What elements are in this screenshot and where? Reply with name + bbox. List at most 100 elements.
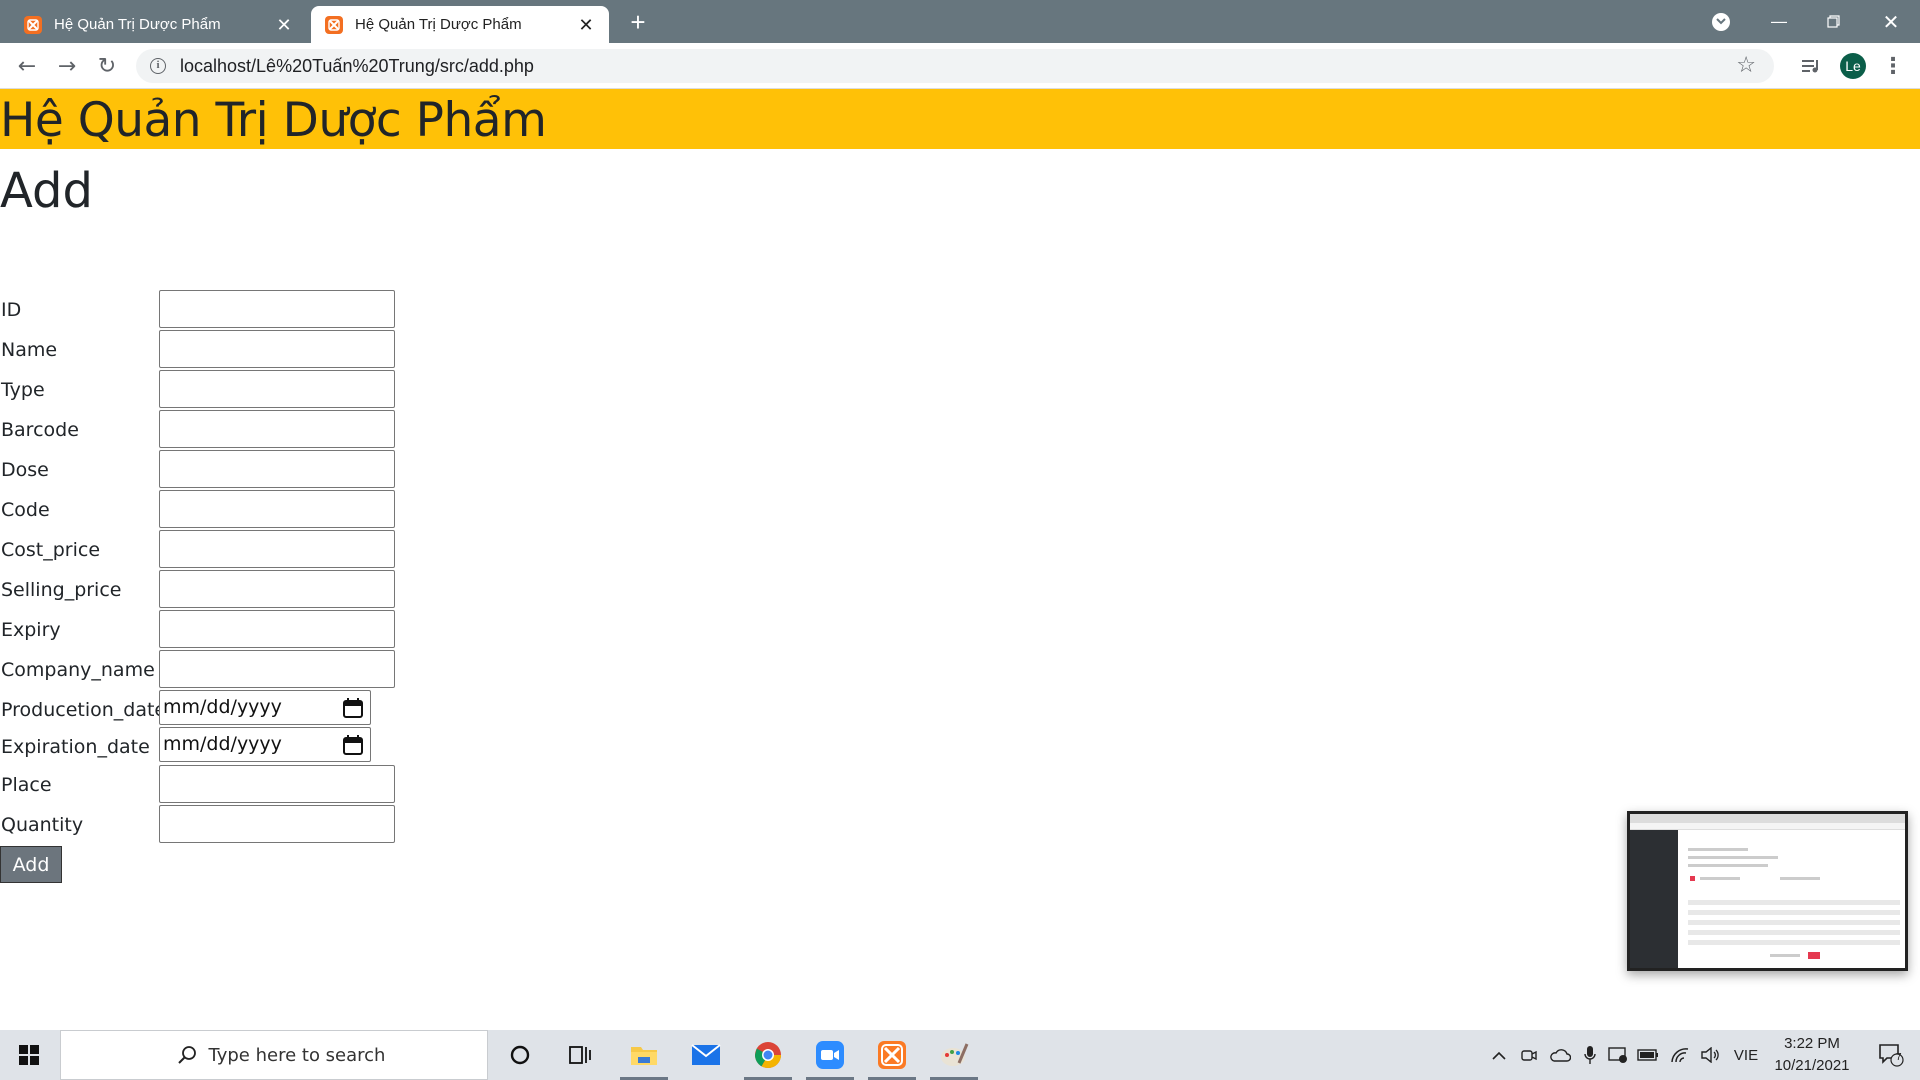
reading-list-icon[interactable] xyxy=(1796,51,1826,81)
volume-icon[interactable] xyxy=(1696,1030,1724,1080)
company-name-field[interactable] xyxy=(159,650,395,688)
id-field[interactable] xyxy=(159,290,395,328)
calendar-icon[interactable] xyxy=(342,697,364,719)
search-placeholder: Type here to search xyxy=(208,1044,386,1066)
bookmark-star-icon[interactable]: ☆ xyxy=(1736,53,1756,78)
xampp-icon[interactable] xyxy=(866,1030,918,1080)
place-field[interactable] xyxy=(159,765,395,803)
start-button[interactable] xyxy=(0,1030,58,1080)
address-bar[interactable]: i localhost/Lê%20Tuấn%20Trung/src/add.ph… xyxy=(136,49,1774,83)
field-label: Dose xyxy=(1,459,49,481)
production-date-field[interactable]: mm/dd/yyyy xyxy=(159,690,371,725)
onedrive-icon[interactable] xyxy=(1546,1030,1574,1080)
xampp-favicon-icon xyxy=(24,15,42,34)
notification-center-button[interactable]: 7 xyxy=(1866,1030,1916,1080)
browser-tab-bar: Hệ Quản Trị Dược Phẩm ✕ Hệ Quản Trị Dược… xyxy=(0,0,1920,43)
notification-count: 7 xyxy=(1896,1052,1902,1063)
task-view-icon[interactable] xyxy=(554,1030,606,1080)
thumbnail-line xyxy=(1688,864,1768,867)
profile-avatar[interactable]: Le xyxy=(1838,51,1868,81)
field-label: Producetion_date xyxy=(1,699,167,721)
thumbnail-addressbar xyxy=(1630,823,1905,830)
file-explorer-icon[interactable] xyxy=(618,1030,670,1080)
selling-price-field[interactable] xyxy=(159,570,395,608)
close-window-button[interactable]: ✕ xyxy=(1866,0,1916,43)
expiration-date-field[interactable]: mm/dd/yyyy xyxy=(159,727,371,762)
field-label: Code xyxy=(1,499,50,521)
page-heading: Add xyxy=(0,163,93,219)
microphone-icon[interactable] xyxy=(1578,1030,1602,1080)
zoom-icon[interactable] xyxy=(804,1030,856,1080)
expiry-field[interactable] xyxy=(159,610,395,648)
field-label: Barcode xyxy=(1,419,79,441)
browser-tab[interactable]: Hệ Quản Trị Dược Phẩm ✕ xyxy=(10,6,307,43)
system-clock[interactable]: 3:22 PM 10/21/2021 xyxy=(1760,1030,1864,1080)
field-label: Expiration_date xyxy=(1,736,150,758)
security-icon[interactable] xyxy=(1604,1030,1632,1080)
field-label: Cost_price xyxy=(1,539,101,561)
thumbnail-line xyxy=(1688,856,1778,859)
field-label: Selling_price xyxy=(1,579,122,601)
taskbar-search-box[interactable]: Type here to search xyxy=(60,1030,488,1080)
cost-price-field[interactable] xyxy=(159,530,395,568)
dose-field[interactable] xyxy=(159,450,395,488)
windows-logo-icon xyxy=(19,1045,39,1065)
tab-search-button[interactable] xyxy=(1706,0,1736,43)
quantity-field[interactable] xyxy=(159,805,395,843)
tab-title: Hệ Quản Trị Dược Phẩm xyxy=(355,16,522,33)
chevron-up-icon[interactable] xyxy=(1486,1030,1512,1080)
thumbnail-row xyxy=(1688,940,1900,945)
field-label: Company_name xyxy=(1,659,155,681)
cortana-icon[interactable] xyxy=(494,1030,546,1080)
thumbnail-row xyxy=(1688,930,1900,935)
code-field[interactable] xyxy=(159,490,395,528)
field-label: Name xyxy=(1,339,58,361)
thumbnail-line xyxy=(1780,877,1820,880)
close-tab-icon[interactable]: ✕ xyxy=(275,16,293,34)
address-toolbar: ← → ↻ i localhost/Lê%20Tuấn%20Trung/src/… xyxy=(0,43,1920,89)
field-label: Quantity xyxy=(1,814,84,836)
wifi-icon[interactable] xyxy=(1666,1030,1694,1080)
date-placeholder: mm/dd/yyyy xyxy=(163,733,282,755)
tab-title: Hệ Quản Trị Dược Phẩm xyxy=(54,16,221,33)
menu-kebab-icon[interactable]: ⋮ xyxy=(1878,51,1908,81)
paint-icon[interactable] xyxy=(928,1030,980,1080)
thumbnail-row xyxy=(1688,900,1900,905)
screen-share-thumbnail[interactable] xyxy=(1627,811,1908,971)
reload-button[interactable]: ↻ xyxy=(92,51,122,81)
site-title: Hệ Quản Trị Dược Phẩm xyxy=(0,93,547,148)
minimize-button[interactable]: ― xyxy=(1756,0,1802,43)
chrome-icon[interactable] xyxy=(742,1030,794,1080)
windows-taskbar: Type here to search VIE 3:22 PM 10/21/20… xyxy=(0,1030,1920,1080)
thumbnail-line xyxy=(1700,877,1740,880)
search-icon xyxy=(177,1046,196,1064)
add-submit-button[interactable]: Add xyxy=(0,846,62,883)
back-button[interactable]: ← xyxy=(12,51,42,81)
calendar-icon[interactable] xyxy=(342,734,364,756)
thumbnail-sidebar xyxy=(1630,830,1678,968)
thumbnail-mark xyxy=(1808,952,1820,959)
browser-tab-active[interactable]: Hệ Quản Trị Dược Phẩm ✕ xyxy=(311,6,609,43)
meet-now-icon[interactable] xyxy=(1516,1030,1542,1080)
thumbnail-row xyxy=(1688,920,1900,925)
xampp-favicon-icon xyxy=(325,15,343,34)
thumbnail-line xyxy=(1688,848,1748,851)
field-label: Place xyxy=(1,774,52,796)
date-placeholder: mm/dd/yyyy xyxy=(163,696,282,718)
name-field[interactable] xyxy=(159,330,395,368)
forward-button[interactable]: → xyxy=(52,51,82,81)
battery-icon[interactable] xyxy=(1634,1030,1662,1080)
thumbnail-tabbar xyxy=(1630,814,1905,823)
type-field[interactable] xyxy=(159,370,395,408)
close-tab-icon[interactable]: ✕ xyxy=(577,16,595,34)
mail-icon[interactable] xyxy=(680,1030,732,1080)
url-text[interactable]: localhost/Lê%20Tuấn%20Trung/src/add.php xyxy=(180,56,534,77)
avatar-initials: Le xyxy=(1840,53,1866,79)
new-tab-button[interactable]: + xyxy=(624,8,652,36)
site-info-icon[interactable]: i xyxy=(150,58,166,74)
language-indicator[interactable]: VIE xyxy=(1728,1030,1764,1080)
field-label: Type xyxy=(1,379,45,401)
barcode-field[interactable] xyxy=(159,410,395,448)
chevron-down-icon xyxy=(1712,12,1730,31)
restore-button[interactable] xyxy=(1810,0,1856,43)
